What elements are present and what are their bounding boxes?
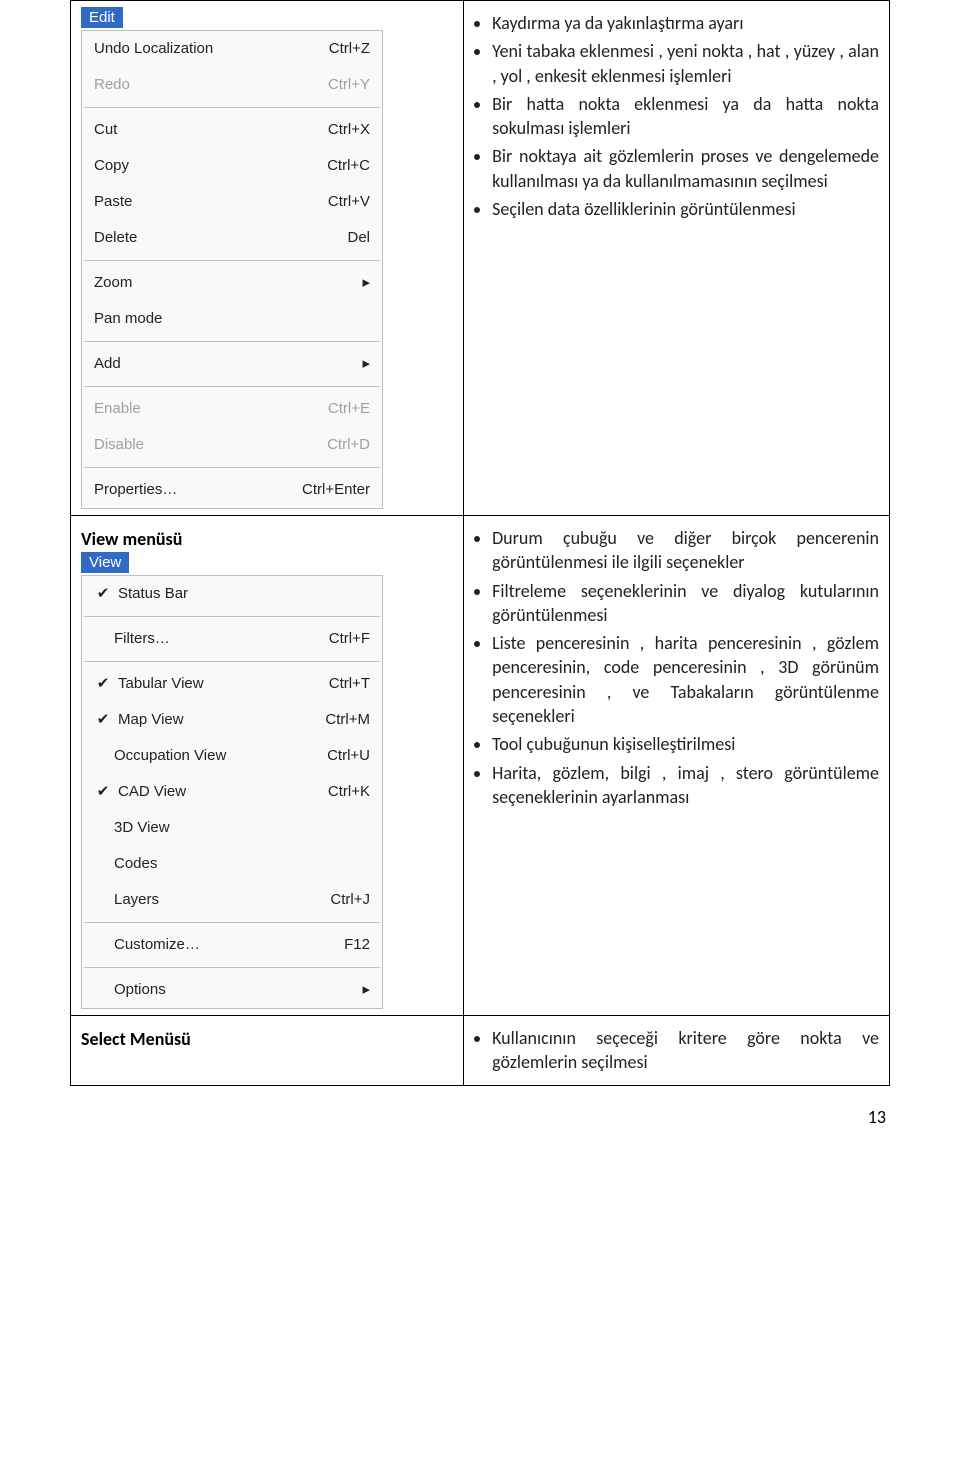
menu-item-cut[interactable]: CutCtrl+X — [82, 112, 382, 148]
menu-separator — [84, 260, 380, 261]
list-item: Bir noktaya ait gözlemlerin proses ve de… — [492, 144, 879, 193]
check-icon: ✔ — [94, 580, 112, 608]
menu-item-disable[interactable]: DisableCtrl+D — [82, 427, 382, 463]
menu-item-delete[interactable]: DeleteDel — [82, 220, 382, 256]
cell-select-menu: Select Menüsü — [71, 1016, 464, 1086]
list-item: Tool çubuğunun kişiselleştirilmesi — [492, 732, 879, 756]
menu-item-layers[interactable]: LayersCtrl+J — [82, 882, 382, 918]
select-section-title: Select Menüsü — [81, 1028, 453, 1050]
list-item: Kullanıcının seçeceği kritere göre nokta… — [492, 1026, 879, 1075]
menu-item-paste[interactable]: PasteCtrl+V — [82, 184, 382, 220]
menu-item-pan[interactable]: Pan mode — [82, 301, 382, 337]
menu-separator — [84, 967, 380, 968]
menu-item-customize[interactable]: Customize…F12 — [82, 927, 382, 963]
menu-item-properties[interactable]: Properties…Ctrl+Enter — [82, 472, 382, 508]
cell-view-desc: Durum çubuğu ve diğer birçok pencerenin … — [464, 516, 890, 1016]
menu-item-copy[interactable]: CopyCtrl+C — [82, 148, 382, 184]
page-number: 13 — [70, 1106, 890, 1128]
chevron-right-icon: ▸ — [342, 350, 370, 378]
menu-item-map[interactable]: ✔Map ViewCtrl+M — [82, 702, 382, 738]
list-item: Filtreleme seçeneklerinin ve diyalog kut… — [492, 579, 879, 628]
menu-item-add[interactable]: Add▸ — [82, 346, 382, 382]
chevron-right-icon: ▸ — [342, 976, 370, 1004]
list-item: Bir hatta nokta eklenmesi ya da hatta no… — [492, 92, 879, 141]
menu-item-statusbar[interactable]: ✔Status Bar — [82, 576, 382, 612]
menu-separator — [84, 661, 380, 662]
list-item: Kaydırma ya da yakınlaştırma ayarı — [492, 11, 879, 35]
list-item: Durum çubuğu ve diğer birçok pencerenin … — [492, 526, 879, 575]
check-icon: ✔ — [94, 706, 112, 734]
edit-menu: Undo LocalizationCtrl+Z RedoCtrl+Y CutCt… — [81, 30, 383, 509]
menu-item-options[interactable]: Options▸ — [82, 972, 382, 1008]
menu-item-undo[interactable]: Undo LocalizationCtrl+Z — [82, 31, 382, 67]
list-item: Yeni tabaka eklenmesi , yeni nokta , hat… — [492, 39, 879, 88]
menu-item-3d[interactable]: 3D View — [82, 810, 382, 846]
list-item: Liste penceresinin , harita penceresinin… — [492, 631, 879, 728]
view-desc-list: Durum çubuğu ve diğer birçok pencerenin … — [492, 526, 879, 809]
check-icon: ✔ — [94, 778, 112, 806]
chevron-right-icon: ▸ — [342, 269, 370, 297]
menu-item-redo[interactable]: RedoCtrl+Y — [82, 67, 382, 103]
menu-separator — [84, 616, 380, 617]
view-section-title: View menüsü — [81, 528, 453, 550]
check-icon: ✔ — [94, 670, 112, 698]
menu-item-zoom[interactable]: Zoom▸ — [82, 265, 382, 301]
view-menu: ✔Status Bar Filters…Ctrl+F ✔Tabular View… — [81, 575, 383, 1009]
list-item: Harita, gözlem, bilgi , imaj , stero gör… — [492, 761, 879, 810]
menu-separator — [84, 386, 380, 387]
menu-item-filters[interactable]: Filters…Ctrl+F — [82, 621, 382, 657]
cell-select-desc: Kullanıcının seçeceği kritere göre nokta… — [464, 1016, 890, 1086]
menu-item-occupation[interactable]: Occupation ViewCtrl+U — [82, 738, 382, 774]
cell-edit-desc: Kaydırma ya da yakınlaştırma ayarı Yeni … — [464, 1, 890, 516]
menu-item-enable[interactable]: EnableCtrl+E — [82, 391, 382, 427]
cell-view-menu: View menüsü View ✔Status Bar Filters…Ctr… — [71, 516, 464, 1016]
view-menu-header[interactable]: View — [81, 552, 129, 573]
list-item: Seçilen data özelliklerinin görüntülenme… — [492, 197, 879, 221]
edit-desc-list: Kaydırma ya da yakınlaştırma ayarı Yeni … — [492, 11, 879, 221]
menu-separator — [84, 341, 380, 342]
cell-edit-menu: Edit Undo LocalizationCtrl+Z RedoCtrl+Y … — [71, 1, 464, 516]
menu-separator — [84, 107, 380, 108]
page: Edit Undo LocalizationCtrl+Z RedoCtrl+Y … — [0, 0, 960, 1168]
menu-separator — [84, 922, 380, 923]
menu-item-tabular[interactable]: ✔Tabular ViewCtrl+T — [82, 666, 382, 702]
content-table: Edit Undo LocalizationCtrl+Z RedoCtrl+Y … — [70, 0, 890, 1086]
menu-item-codes[interactable]: Codes — [82, 846, 382, 882]
menu-item-cad[interactable]: ✔CAD ViewCtrl+K — [82, 774, 382, 810]
edit-menu-header[interactable]: Edit — [81, 7, 123, 28]
select-desc-list: Kullanıcının seçeceği kritere göre nokta… — [492, 1026, 879, 1075]
menu-separator — [84, 467, 380, 468]
